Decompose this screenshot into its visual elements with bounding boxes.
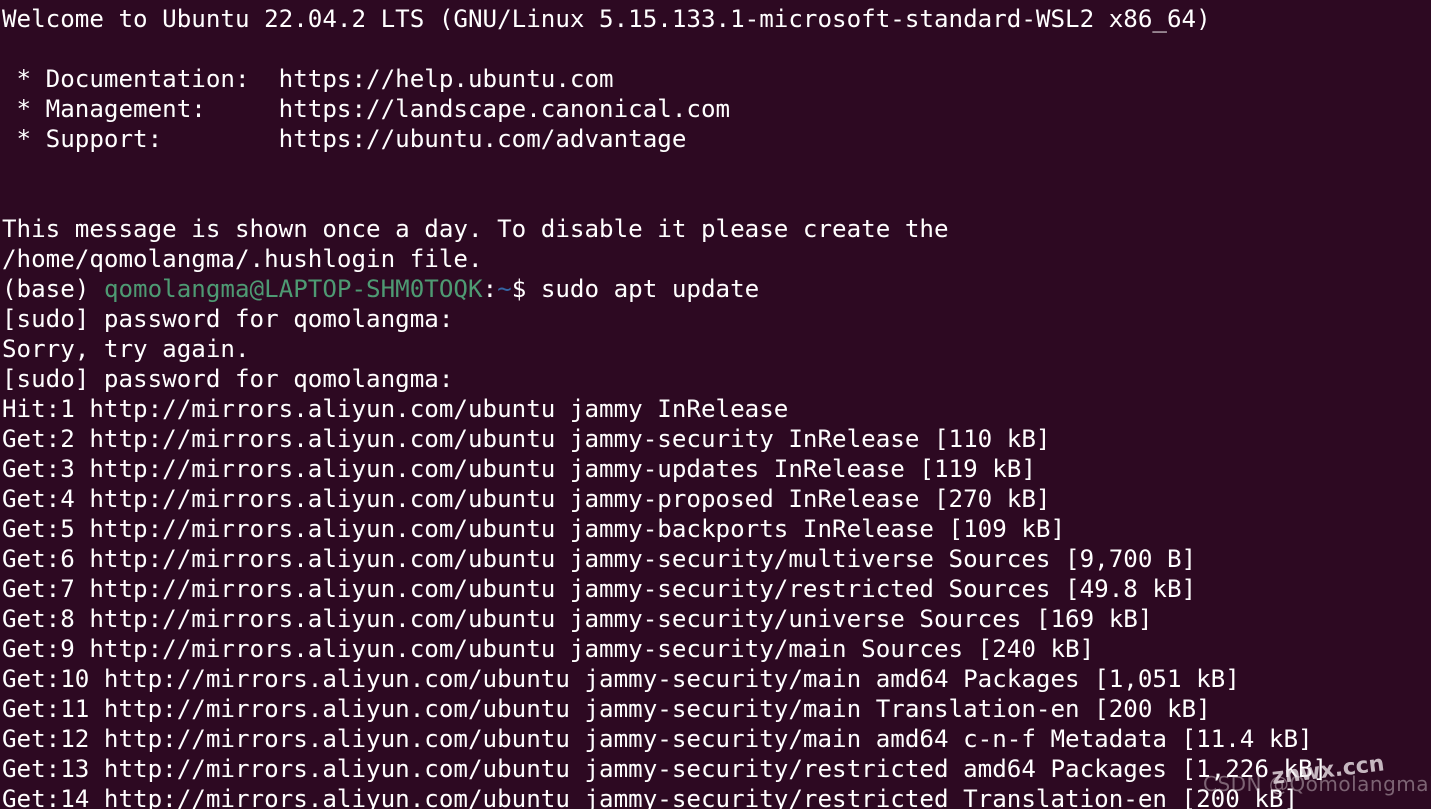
terminal-line-motd-2: /home/qomolangma/.hushlogin file.	[2, 245, 483, 273]
prompt-command: sudo apt update	[540, 275, 760, 303]
terminal-line-get-3: Get:3 http://mirrors.aliyun.com/ubuntu j…	[2, 455, 1036, 483]
terminal-line-sorry: Sorry, try again.	[2, 335, 250, 363]
terminal-line-hit-1: Hit:1 http://mirrors.aliyun.com/ubuntu j…	[2, 395, 789, 423]
terminal-line-get-7: Get:7 http://mirrors.aliyun.com/ubuntu j…	[2, 575, 1197, 603]
terminal-line-sudo-prompt-2: [sudo] password for qomolangma:	[2, 365, 454, 393]
prompt-colon: :	[482, 275, 498, 303]
terminal-line-management: * Management: https://landscape.canonica…	[2, 95, 731, 123]
terminal-line-get-10: Get:10 http://mirrors.aliyun.com/ubuntu …	[2, 665, 1240, 693]
terminal-line-get-11: Get:11 http://mirrors.aliyun.com/ubuntu …	[2, 695, 1211, 723]
terminal-prompt-line[interactable]: (base) qomolangma@LAPTOP-SHM0TOQK:~$ sud…	[2, 274, 1431, 304]
terminal-line-sudo-prompt-1: [sudo] password for qomolangma:	[2, 305, 454, 333]
terminal-screen[interactable]: Welcome to Ubuntu 22.04.2 LTS (GNU/Linux…	[0, 4, 1431, 809]
prompt-sigil: $	[511, 275, 541, 303]
terminal-line-get-2: Get:2 http://mirrors.aliyun.com/ubuntu j…	[2, 425, 1051, 453]
prompt-conda-env: (base)	[2, 275, 104, 303]
prompt-user-host: qomolangma@LAPTOP-SHM0TOQK	[103, 275, 483, 303]
terminal-line-get-9: Get:9 http://mirrors.aliyun.com/ubuntu j…	[2, 635, 1095, 663]
terminal-line-get-6: Get:6 http://mirrors.aliyun.com/ubuntu j…	[2, 545, 1197, 573]
terminal-line-welcome: Welcome to Ubuntu 22.04.2 LTS (GNU/Linux…	[2, 5, 1211, 33]
terminal-line-documentation: * Documentation: https://help.ubuntu.com	[2, 65, 614, 93]
terminal-line-support: * Support: https://ubuntu.com/advantage	[2, 125, 687, 153]
terminal-line-get-14: Get:14 http://mirrors.aliyun.com/ubuntu …	[2, 785, 1299, 809]
terminal-window[interactable]: Welcome to Ubuntu 22.04.2 LTS (GNU/Linux…	[0, 0, 1431, 809]
terminal-line-get-5: Get:5 http://mirrors.aliyun.com/ubuntu j…	[2, 515, 1066, 543]
prompt-path: ~	[497, 275, 512, 303]
terminal-line-get-13: Get:13 http://mirrors.aliyun.com/ubuntu …	[2, 755, 1328, 783]
terminal-line-motd-1: This message is shown once a day. To dis…	[2, 215, 949, 243]
terminal-line-get-12: Get:12 http://mirrors.aliyun.com/ubuntu …	[2, 725, 1313, 753]
terminal-line-get-8: Get:8 http://mirrors.aliyun.com/ubuntu j…	[2, 605, 1153, 633]
terminal-line-get-4: Get:4 http://mirrors.aliyun.com/ubuntu j…	[2, 485, 1051, 513]
